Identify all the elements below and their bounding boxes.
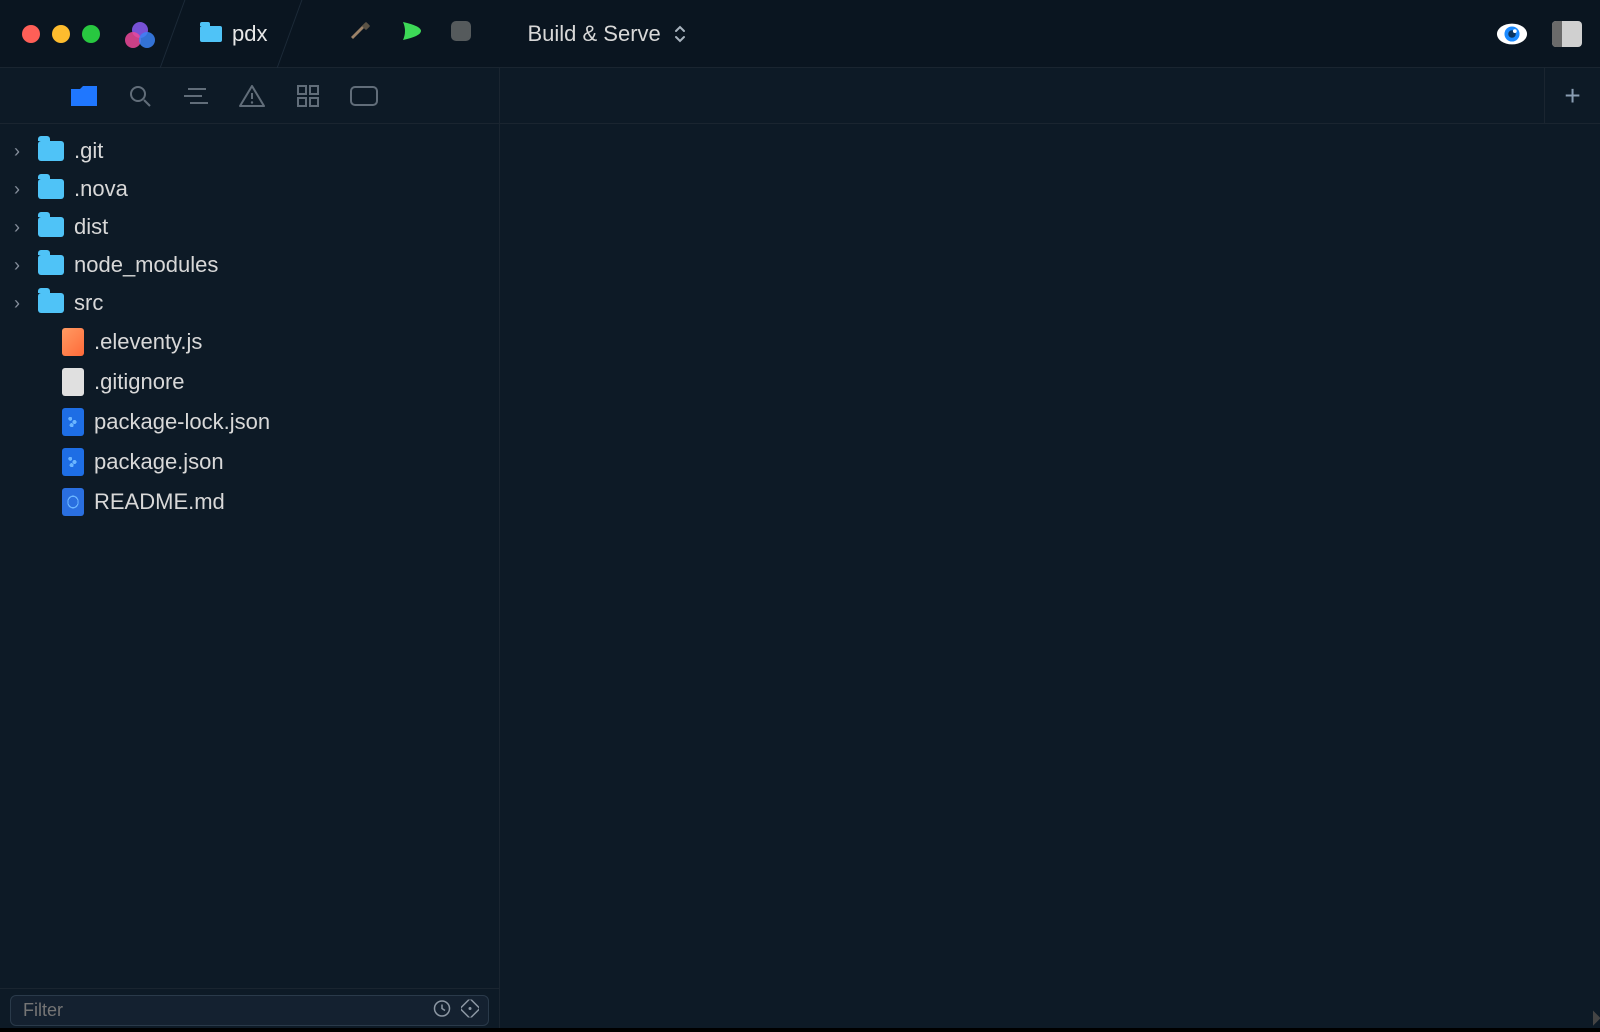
chevron-right-icon: › (14, 179, 28, 200)
chevron-up-down-icon (673, 24, 687, 44)
tree-item[interactable]: ›package.json (0, 442, 499, 482)
tree-item[interactable]: › src (0, 284, 499, 322)
maximize-window-button[interactable] (82, 25, 100, 43)
tree-item-label: .gitignore (94, 369, 185, 395)
tree-item-label: .nova (74, 176, 128, 202)
folder-icon (38, 217, 64, 237)
folder-icon (38, 293, 64, 313)
tree-item-label: README.md (94, 489, 225, 515)
tree-item[interactable]: ›package-lock.json (0, 402, 499, 442)
chevron-right-icon: › (14, 293, 28, 314)
folder-icon (38, 255, 64, 275)
file-icon (62, 328, 84, 356)
filter-history-icon[interactable] (433, 999, 451, 1022)
app-icon (120, 14, 160, 54)
clips-tab-icon[interactable] (294, 82, 322, 110)
reports-tab-icon[interactable] (350, 82, 378, 110)
preview-icon[interactable] (1496, 18, 1528, 50)
folder-icon (38, 179, 64, 199)
file-icon (62, 368, 84, 396)
tree-item[interactable]: ›.eleventy.js (0, 322, 499, 362)
symbols-tab-icon[interactable] (182, 82, 210, 110)
build-icon[interactable] (347, 17, 375, 50)
tree-item-label: .eleventy.js (94, 329, 202, 355)
panel-toggle-icon[interactable] (1552, 21, 1582, 47)
file-icon (62, 448, 84, 476)
sidebar-footer (0, 988, 499, 1032)
chevron-right-icon: › (14, 141, 28, 162)
tree-item-label: src (74, 290, 103, 316)
tree-item-label: package-lock.json (94, 409, 270, 435)
titlebar: pdx Build & Serve (0, 0, 1600, 68)
toolbar-run-controls: Build & Serve (347, 17, 686, 50)
editor-area: + (500, 68, 1600, 1032)
tree-item[interactable]: › .git (0, 132, 499, 170)
editor-tabbar: + (500, 68, 1600, 124)
tree-item-label: node_modules (74, 252, 218, 278)
file-icon (62, 408, 84, 436)
tree-item[interactable]: › dist (0, 208, 499, 246)
file-icon (62, 488, 84, 516)
folder-icon (200, 26, 222, 42)
issues-tab-icon[interactable] (238, 82, 266, 110)
file-tree: › .git › .nova › dist › node_modules › src ›.eleve… (0, 124, 499, 988)
files-tab-icon[interactable] (70, 82, 98, 110)
tree-item[interactable]: ›README.md (0, 482, 499, 522)
run-icon[interactable] (399, 18, 425, 49)
chevron-right-icon: › (14, 255, 28, 276)
tree-item-label: package.json (94, 449, 224, 475)
project-tab[interactable]: pdx (190, 0, 277, 67)
close-window-button[interactable] (22, 25, 40, 43)
new-tab-button[interactable]: + (1544, 68, 1600, 124)
minimize-window-button[interactable] (52, 25, 70, 43)
filter-input[interactable] (10, 995, 489, 1026)
folder-icon (38, 141, 64, 161)
chevron-right-icon: › (14, 217, 28, 238)
tree-item-label: dist (74, 214, 108, 240)
tree-item[interactable]: › .nova (0, 170, 499, 208)
sidebar-tabs (0, 68, 499, 124)
tree-item-label: .git (74, 138, 103, 164)
search-tab-icon[interactable] (126, 82, 154, 110)
filter-scm-icon[interactable] (461, 999, 479, 1022)
project-name: pdx (232, 21, 267, 47)
stop-icon[interactable] (449, 19, 473, 48)
tree-item[interactable]: › node_modules (0, 246, 499, 284)
window-controls (0, 25, 100, 43)
scheme-label: Build & Serve (527, 21, 660, 47)
tree-item[interactable]: ›.gitignore (0, 362, 499, 402)
scheme-dropdown[interactable]: Build & Serve (527, 21, 686, 47)
sidebar: › .git › .nova › dist › node_modules › src ›.eleve… (0, 68, 500, 1032)
